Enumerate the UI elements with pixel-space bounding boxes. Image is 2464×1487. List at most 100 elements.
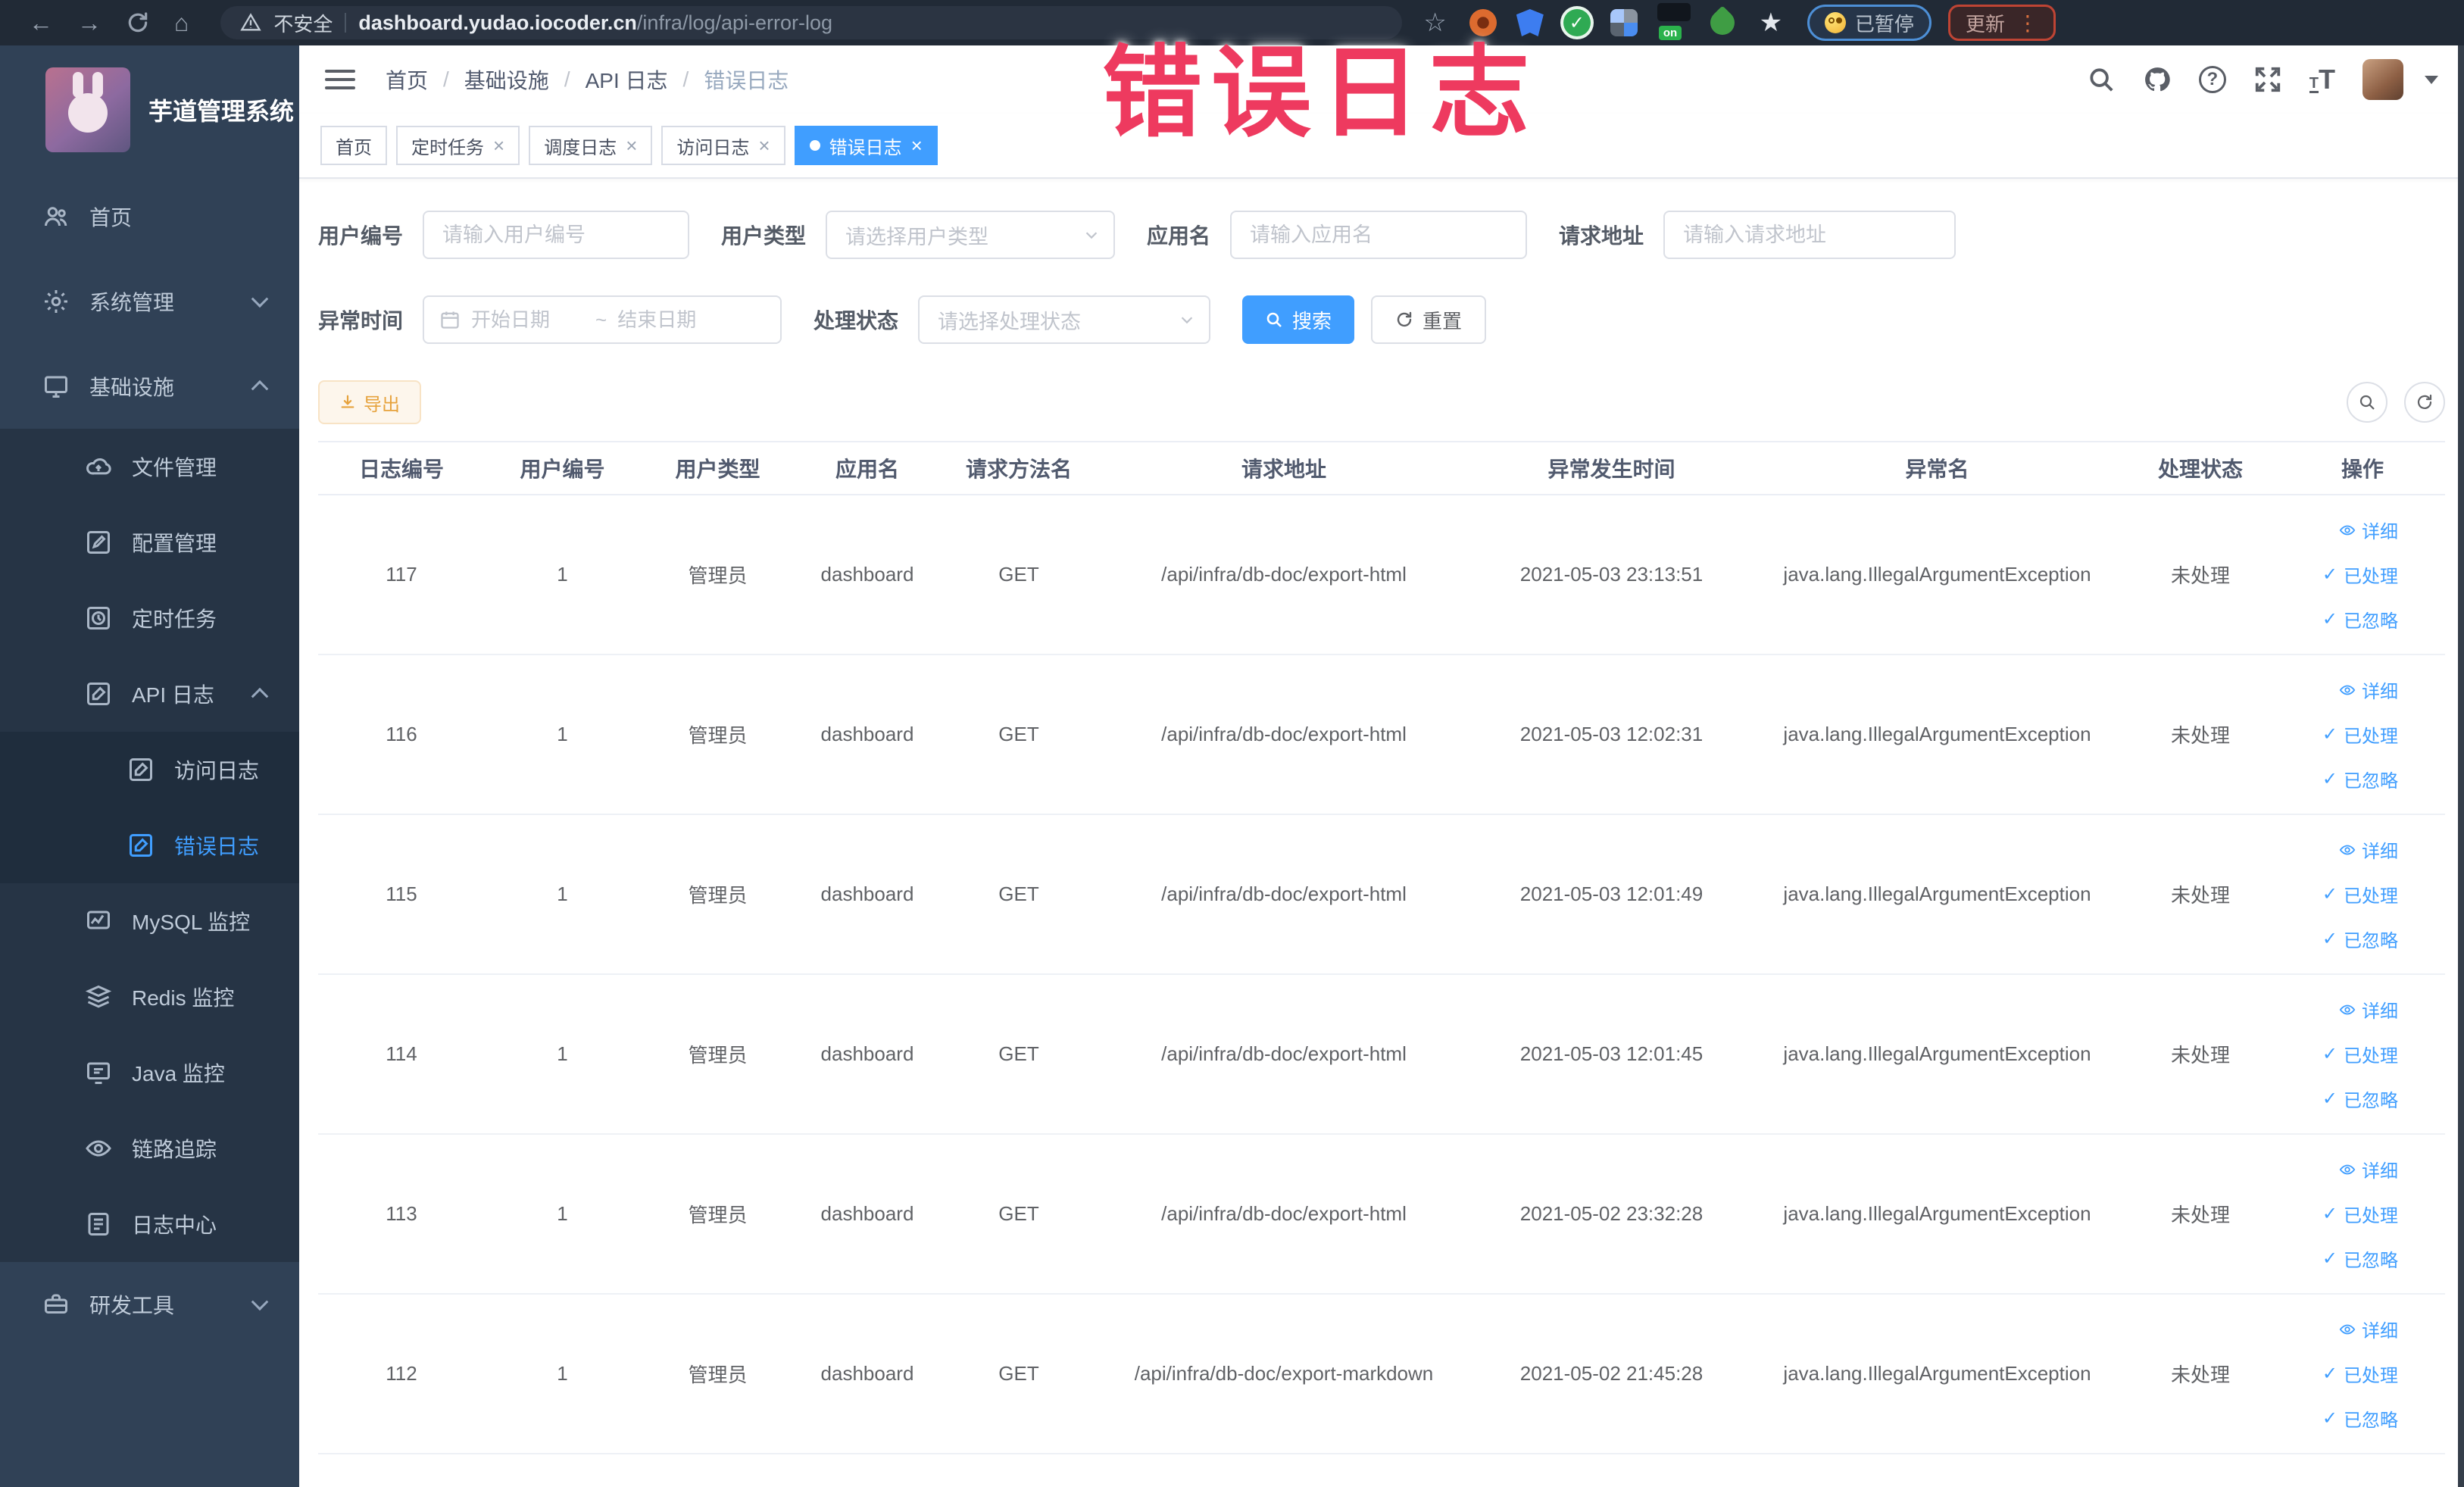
mark-processed-link[interactable]: ✓ 已处理: [2322, 1201, 2398, 1227]
extension-icon-grid[interactable]: [1610, 9, 1638, 36]
sidebar-item-label: API 日志: [132, 683, 214, 707]
table-row: 117 1 管理员 dashboard GET /api/infra/db-do…: [318, 495, 2445, 655]
search-icon[interactable]: [2087, 65, 2116, 94]
close-icon[interactable]: ×: [493, 136, 504, 155]
breadcrumb-api-log[interactable]: API 日志: [586, 64, 668, 95]
sidebar-item-label: 定时任务: [132, 608, 217, 631]
detail-link[interactable]: 详细: [2339, 676, 2398, 703]
detail-link[interactable]: 详细: [2339, 996, 2398, 1023]
help-icon[interactable]: ?: [2198, 66, 2226, 93]
mark-processed-link[interactable]: ✓ 已处理: [2322, 1360, 2398, 1387]
extension-icon-switch[interactable]: on: [1657, 3, 1691, 40]
tab-access-log[interactable]: 访问日志 ×: [661, 126, 785, 165]
sidebar-item-system-mgmt[interactable]: 系统管理: [0, 259, 299, 344]
security-label[interactable]: 不安全: [273, 9, 333, 37]
end-date-input[interactable]: [617, 308, 732, 332]
sidebar-item-label: 研发工具: [89, 1294, 175, 1317]
sidebar-item-java-monitor[interactable]: Java 监控: [0, 1035, 299, 1111]
fullscreen-icon[interactable]: [2253, 65, 2282, 94]
github-icon[interactable]: [2143, 65, 2172, 94]
check-icon: ✓: [2322, 564, 2338, 585]
mark-ignored-link[interactable]: ✓ 已忽略: [2322, 766, 2398, 792]
sidebar-item-error-log[interactable]: 错误日志: [0, 808, 299, 883]
sidebar-item-trace[interactable]: 链路追踪: [0, 1111, 299, 1186]
avatar[interactable]: [2363, 59, 2403, 100]
java-screen-icon: [85, 1059, 112, 1086]
mark-ignored-link[interactable]: ✓ 已忽略: [2322, 926, 2398, 952]
mark-ignored-link[interactable]: ✓ 已忽略: [2322, 606, 2398, 633]
mark-ignored-link[interactable]: ✓ 已忽略: [2322, 1405, 2398, 1432]
sidebar-item-home[interactable]: 首页: [0, 174, 299, 259]
close-icon[interactable]: ×: [758, 136, 770, 155]
search-icon: [1266, 312, 1282, 327]
cell-exception-name: java.lang.IllegalArgumentException: [1783, 1362, 2091, 1385]
mark-ignored-link[interactable]: ✓ 已忽略: [2322, 1086, 2398, 1112]
refresh-table-button[interactable]: [2404, 382, 2445, 423]
collapse-sidebar-icon[interactable]: [325, 64, 355, 95]
request-url-input[interactable]: [1663, 211, 1957, 259]
browser-home-icon[interactable]: ⌂: [174, 11, 189, 35]
browser-forward-icon[interactable]: →: [77, 11, 101, 35]
tab-scheduled-tasks[interactable]: 定时任务 ×: [396, 126, 520, 165]
mark-processed-link[interactable]: ✓ 已处理: [2322, 881, 2398, 908]
window-scrollbar[interactable]: [2458, 45, 2464, 1487]
sidebar-item-api-log[interactable]: API 日志: [0, 656, 299, 732]
process-status-label: 处理状态: [814, 309, 899, 333]
reset-button[interactable]: 重置: [1371, 295, 1487, 344]
update-button[interactable]: 更新 ⋮: [1947, 5, 2056, 41]
search-button[interactable]: 搜索: [1242, 295, 1355, 344]
sidebar-logo-row[interactable]: 芋道管理系统: [0, 45, 299, 174]
avatar-caret-icon[interactable]: [2425, 75, 2438, 84]
toggle-search-button[interactable]: [2347, 382, 2387, 423]
extension-icon-leaf[interactable]: [1705, 5, 1740, 40]
process-status-select[interactable]: 请选择处理状态: [918, 295, 1211, 344]
sidebar-item-log-center[interactable]: 日志中心: [0, 1186, 299, 1262]
export-button[interactable]: 导出: [318, 380, 421, 424]
tab-schedule-log[interactable]: 调度日志 ×: [529, 126, 653, 165]
tab-error-log[interactable]: 错误日志 ×: [794, 126, 938, 165]
check-icon: ✓: [2322, 1089, 2338, 1109]
cell-actions: 详细 ✓ 已处理 ✓ 已忽略: [2280, 676, 2445, 792]
tab-home[interactable]: 首页: [320, 126, 387, 165]
cell-app-name: dashboard: [820, 1042, 914, 1065]
page-url[interactable]: dashboard.yudao.iocoder.cn/infra/log/api…: [358, 11, 832, 35]
font-size-icon[interactable]: TT: [2309, 66, 2335, 93]
detail-link[interactable]: 详细: [2339, 1316, 2398, 1342]
update-menu-dots-icon[interactable]: ⋮: [2017, 11, 2038, 36]
breadcrumb-home[interactable]: 首页: [386, 64, 428, 95]
close-icon[interactable]: ×: [911, 136, 923, 155]
extension-icon-check[interactable]: ✓: [1563, 9, 1591, 36]
table-row: 112 1 管理员 dashboard GET /api/infra/db-do…: [318, 1295, 2445, 1454]
paused-extension-button[interactable]: 已暂停: [1807, 5, 1932, 41]
mark-processed-link[interactable]: ✓ 已处理: [2322, 1041, 2398, 1067]
extension-icon-star[interactable]: ★: [1757, 9, 1785, 36]
sidebar-item-scheduled-tasks[interactable]: 定时任务: [0, 580, 299, 656]
start-date-input[interactable]: [471, 308, 586, 332]
user-type-select[interactable]: 请选择用户类型: [826, 211, 1116, 259]
close-icon[interactable]: ×: [626, 136, 637, 155]
sidebar-item-infrastructure[interactable]: 基础设施: [0, 344, 299, 429]
mark-processed-link[interactable]: ✓ 已处理: [2322, 721, 2398, 748]
detail-link[interactable]: 详细: [2339, 1156, 2398, 1182]
cell-user-id: 1: [557, 1202, 568, 1225]
check-icon: ✓: [2322, 724, 2338, 745]
sidebar-item-access-log[interactable]: 访问日志: [0, 732, 299, 808]
mark-ignored-link[interactable]: ✓ 已忽略: [2322, 1245, 2398, 1272]
breadcrumb: 首页 / 基础设施 / API 日志 / 错误日志: [386, 64, 789, 95]
sidebar-item-config-mgmt[interactable]: 配置管理: [0, 505, 299, 580]
browser-back-icon[interactable]: ←: [29, 11, 53, 35]
sidebar-item-mysql-monitor[interactable]: MySQL 监控: [0, 883, 299, 959]
detail-link[interactable]: 详细: [2339, 517, 2398, 543]
table-row: 116 1 管理员 dashboard GET /api/infra/db-do…: [318, 655, 2445, 815]
browser-reload-icon[interactable]: [126, 11, 150, 35]
sidebar-item-file-mgmt[interactable]: 文件管理: [0, 429, 299, 505]
detail-link[interactable]: 详细: [2339, 836, 2398, 863]
mark-processed-link[interactable]: ✓ 已处理: [2322, 561, 2398, 588]
sidebar-item-label: MySQL 监控: [132, 911, 251, 934]
exception-time-range-picker[interactable]: ~: [423, 295, 782, 344]
sidebar-item-redis-monitor[interactable]: Redis 监控: [0, 959, 299, 1035]
breadcrumb-infrastructure[interactable]: 基础设施: [464, 64, 549, 95]
app-name-input[interactable]: [1230, 211, 1528, 259]
sidebar-item-dev-tools[interactable]: 研发工具: [0, 1262, 299, 1347]
user-id-input[interactable]: [423, 211, 690, 259]
